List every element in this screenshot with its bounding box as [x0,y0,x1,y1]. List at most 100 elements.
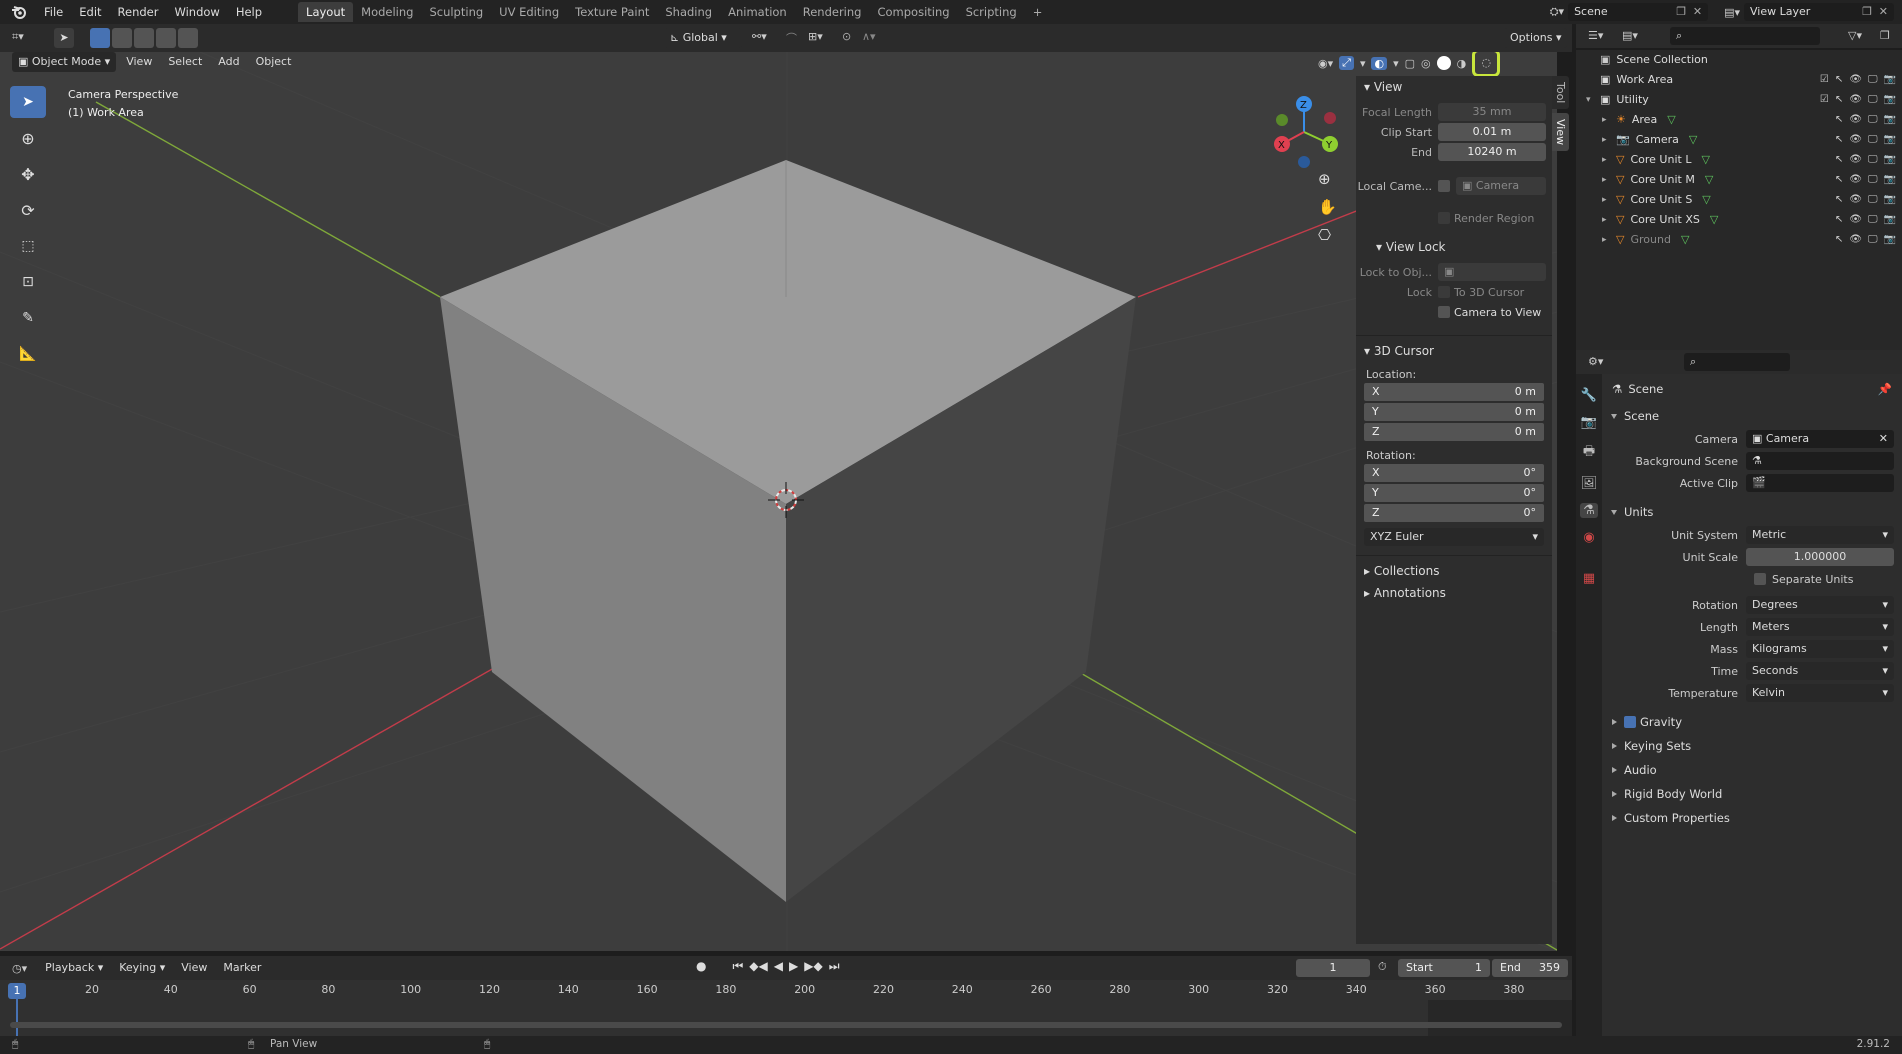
tab-scripting[interactable]: Scripting [958,2,1025,22]
cursor-location-y[interactable]: Y 0 m [1364,403,1544,421]
close-icon[interactable]: ✕ [1879,430,1888,448]
monitor-icon[interactable]: 🖵 [1868,110,1878,130]
checkbox-icon[interactable]: ☑ [1820,70,1829,90]
viewport-menu-add[interactable]: Add [212,52,245,72]
select-new-icon[interactable] [90,28,110,48]
eye-icon[interactable]: 👁 [1849,150,1862,170]
timeline-menu-keying[interactable]: Keying ▾ [113,958,171,978]
tab-tool[interactable]: Tool [1552,76,1569,110]
menu-window[interactable]: Window [166,0,227,24]
viewport-menu-view[interactable]: View [120,52,158,72]
select-arrow-icon[interactable]: ↖ [1835,230,1843,250]
xray-icon[interactable]: ▢ [1405,57,1415,70]
tab-layout[interactable]: Layout [298,2,354,22]
select-arrow-icon[interactable]: ↖ [1835,210,1843,230]
menu-render[interactable]: Render [110,0,167,24]
camera-icon[interactable]: 📷 [1884,230,1896,250]
zoom-icon[interactable]: ⊕ [1318,170,1337,188]
timeline-editor-type-icon[interactable]: ◷▾ [12,962,27,975]
wireframe-shading-icon[interactable]: ◎ [1421,57,1431,70]
jump-start-icon[interactable]: ⏮ [732,959,743,974]
eye-icon[interactable]: 👁 [1849,210,1862,230]
monitor-icon[interactable]: 🖵 [1868,230,1878,250]
menu-edit[interactable]: Edit [71,0,109,24]
clip-start-field[interactable]: 0.01 m [1438,123,1546,141]
tab-rendering[interactable]: Rendering [795,2,870,22]
annotate-tool[interactable]: ✎ [10,302,46,334]
select-arrow-icon[interactable]: ↖ [1835,130,1843,150]
snap-icon[interactable]: ⌒ [786,30,797,46]
tab-shading[interactable]: Shading [657,2,720,22]
stopwatch-icon[interactable]: ⏱ [1378,960,1387,974]
camera-icon[interactable]: 📷 [1884,130,1896,150]
camera-icon[interactable]: 📷 [1884,90,1896,110]
background-scene-field[interactable]: ⚗ [1746,452,1894,470]
3d-viewport[interactable]: ▣ Object Mode ▾ View Select Add Object ◉… [0,52,1557,951]
to-3d-cursor-checkbox[interactable] [1438,286,1450,298]
menu-help[interactable]: Help [228,0,270,24]
output-tab-icon[interactable]: 🖶 [1583,442,1595,464]
select-arrow-icon[interactable]: ↖ [1835,110,1843,130]
monitor-icon[interactable]: 🖵 [1868,90,1878,110]
editor-type-icon[interactable]: ⌗▾ [12,30,24,44]
solid-shading-icon[interactable] [1436,56,1451,70]
cursor-location-x[interactable]: X 0 m [1364,383,1544,401]
custom-properties-section-header[interactable]: Custom Properties [1602,806,1902,830]
move-tool[interactable]: ✥ [10,158,46,190]
monitor-icon[interactable]: 🖵 [1868,190,1878,210]
scene-selector[interactable]: Scene ❐ ✕ [1568,3,1709,21]
play-icon[interactable]: ▶ [789,959,798,974]
copy-icon[interactable]: ❐ [1676,3,1686,21]
tab-uv-editing[interactable]: UV Editing [491,2,567,22]
active-clip-field[interactable]: 🎬 [1746,474,1894,492]
properties-search-input[interactable]: ⌕ [1684,353,1790,371]
proportional-edit-icon[interactable]: ⊙ [842,30,851,43]
render-region-checkbox[interactable] [1438,212,1450,224]
pin-icon[interactable]: 📌 [1878,382,1892,396]
audio-section-header[interactable]: Audio [1602,758,1902,782]
transform-tool[interactable]: ⊡ [10,266,46,298]
checkbox-icon[interactable]: ☑ [1820,90,1829,110]
outliner-item[interactable]: ▾ ▣ Utility ☑ ↖ 👁 🖵 📷 [1576,90,1902,110]
object-data-icon[interactable]: ▽ [1702,190,1710,210]
outliner-item[interactable]: ▸ ▽ Core Unit S ▽ ↖ 👁 🖵 📷 [1576,190,1902,210]
outliner-scene-collection[interactable]: ▣ Scene Collection [1576,50,1902,70]
timeline-ruler[interactable]: 20 40 60 80 100 120 140 160 180 200 220 240 260 280 30… [0,980,1572,1036]
scale-tool[interactable]: ⬚ [10,230,46,262]
length-units-dropdown[interactable]: Meters ▾ [1746,618,1894,636]
object-data-icon[interactable]: ▽ [1689,130,1697,150]
rigid-body-world-section-header[interactable]: Rigid Body World [1602,782,1902,806]
scene-tab-icon[interactable]: ⚗ [1580,503,1598,518]
playhead[interactable]: 1 [8,983,26,999]
view-layer-selector[interactable]: View Layer ❐ ✕ [1744,3,1894,21]
outliner-item[interactable]: ▸ 📷 Camera ▽ ↖ 👁 🖵 📷 [1576,130,1902,150]
chevron-right-icon[interactable]: ▾ [1586,90,1598,110]
play-reverse-icon[interactable]: ◀ [774,959,783,974]
monitor-icon[interactable]: 🖵 [1868,170,1878,190]
object-data-icon[interactable]: ▽ [1681,230,1689,250]
scene-section-header[interactable]: Scene [1602,404,1902,428]
object-data-icon[interactable]: ▽ [1667,110,1675,130]
units-section-header[interactable]: Units [1602,500,1902,524]
select-subtract-icon[interactable] [134,28,154,48]
eye-icon[interactable]: 👁 [1849,110,1862,130]
clip-end-field[interactable]: 10240 m [1438,143,1546,161]
timeline-menu-playback[interactable]: Playback ▾ [39,958,109,978]
chevron-right-icon[interactable]: ▸ [1602,130,1614,150]
view-layer-tab-icon[interactable]: 🖼 [1581,476,1598,491]
eye-icon[interactable]: 👁 [1849,70,1862,90]
time-units-dropdown[interactable]: Seconds ▾ [1746,662,1894,680]
monitor-icon[interactable]: 🖵 [1868,130,1878,150]
tab-animation[interactable]: Animation [720,2,795,22]
start-frame-field[interactable]: Start 1 [1398,959,1490,977]
cursor-location-z[interactable]: Z 0 m [1364,423,1544,441]
menu-file[interactable]: File [36,0,71,24]
texture-tab-icon[interactable]: ▦ [1583,571,1595,586]
chevron-right-icon[interactable]: ▸ [1602,170,1614,190]
chevron-right-icon[interactable]: ▸ [1602,110,1614,130]
object-data-icon[interactable]: ▽ [1710,210,1718,230]
pan-hand-icon[interactable]: ✋ [1318,198,1337,216]
chevron-right-icon[interactable]: ▸ [1602,190,1614,210]
tab-modeling[interactable]: Modeling [353,2,421,22]
select-arrow-icon[interactable]: ↖ [1835,90,1843,110]
